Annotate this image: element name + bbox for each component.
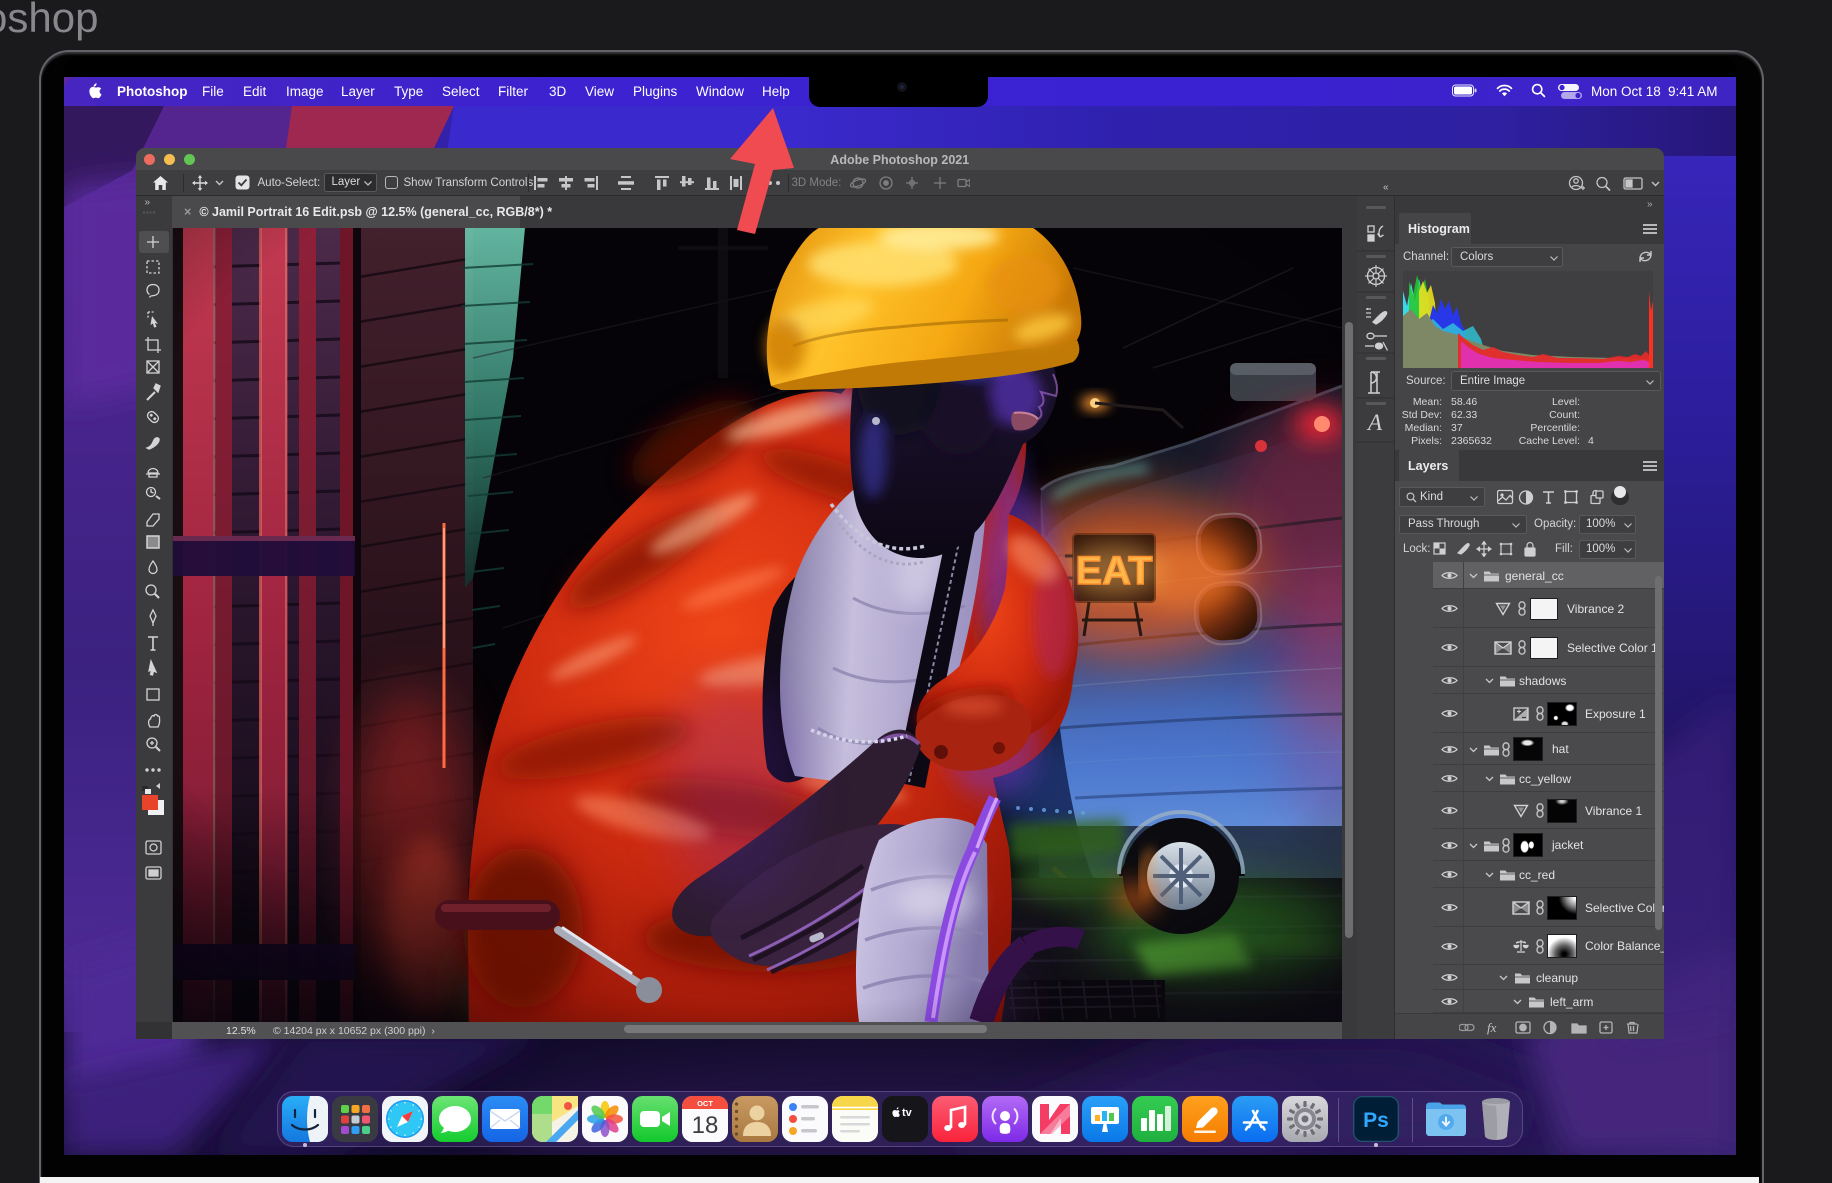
svg-text:Ps: Ps [1363, 1109, 1389, 1132]
svg-text:A: A [1366, 410, 1383, 435]
svg-text:tv: tv [902, 1107, 913, 1119]
svg-text:OCT: OCT [697, 1099, 713, 1108]
svg-text:18: 18 [692, 1112, 719, 1139]
svg-text:fx: fx [1487, 1020, 1497, 1035]
